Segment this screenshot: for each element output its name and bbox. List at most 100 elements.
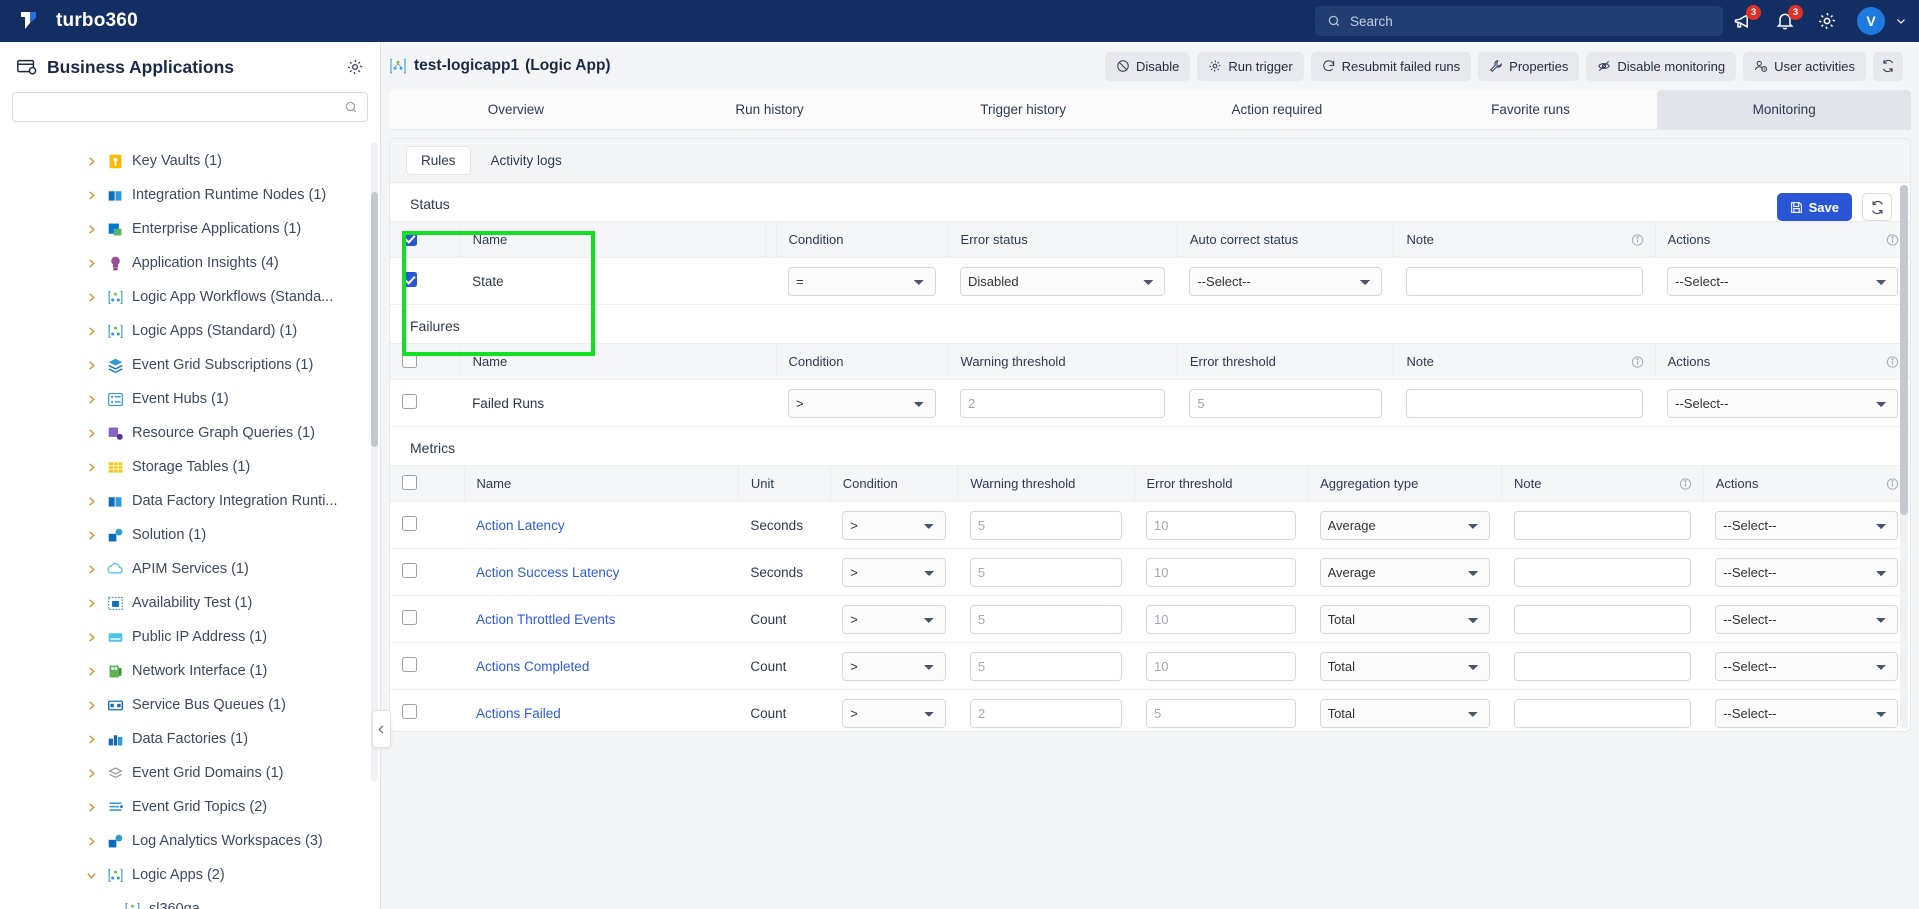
actions-select[interactable]: --Select--	[1667, 388, 1898, 418]
note-cell[interactable]	[1393, 379, 1656, 427]
select-all-checkbox[interactable]	[402, 352, 417, 368]
condition-select[interactable]: =	[788, 266, 937, 296]
tree-item[interactable]: Network Interface (1)	[0, 654, 381, 688]
note-input[interactable]	[1513, 557, 1692, 587]
tab-overview[interactable]: Overview	[389, 90, 643, 129]
note-input[interactable]	[1405, 266, 1644, 296]
announcements-button[interactable]: 3	[1731, 5, 1761, 33]
toolbar-button-user-activities[interactable]: User activities	[1743, 51, 1866, 81]
chevron-right-icon[interactable]	[86, 734, 97, 745]
aggregation-type-select[interactable]: Average	[1319, 557, 1490, 587]
warning-threshold-input[interactable]	[969, 604, 1122, 634]
chevron-right-icon[interactable]	[86, 496, 97, 507]
note-input[interactable]	[1513, 651, 1692, 681]
tree-item[interactable]: Log Analytics Workspaces (3)	[0, 824, 381, 858]
sidebar-collapse-button[interactable]	[372, 710, 391, 748]
warning-threshold-cell[interactable]	[957, 548, 1134, 596]
tree-item[interactable]: Public IP Address (1)	[0, 620, 381, 654]
warning-threshold-cell[interactable]	[957, 595, 1134, 643]
tab-run-history[interactable]: Run history	[643, 90, 897, 129]
row-select-cell[interactable]	[390, 379, 461, 427]
tree-item[interactable]: Integration Runtime Nodes (1)	[0, 178, 381, 212]
warning-threshold-input[interactable]	[969, 557, 1122, 587]
aggregation-type-cell[interactable]: Total	[1307, 595, 1502, 643]
aggregation-type-cell[interactable]: Total	[1307, 689, 1502, 731]
toolbar-button-disable[interactable]: Disable	[1104, 51, 1191, 81]
row-select-cell[interactable]	[390, 595, 465, 643]
chevron-right-icon[interactable]	[86, 598, 97, 609]
actions-cell[interactable]: --Select--	[1703, 689, 1910, 731]
chevron-right-icon[interactable]	[86, 768, 97, 779]
error-threshold-input[interactable]	[1189, 388, 1382, 418]
subtab-activity-logs[interactable]: Activity logs	[477, 147, 576, 174]
info-icon[interactable]	[1886, 233, 1899, 246]
info-icon[interactable]	[1886, 355, 1899, 368]
row-checkbox[interactable]	[402, 657, 417, 672]
warning-threshold-cell[interactable]	[957, 642, 1134, 690]
condition-cell[interactable]: >	[830, 548, 958, 596]
actions-cell[interactable]: --Select--	[1703, 595, 1910, 643]
note-input[interactable]	[1513, 510, 1692, 540]
condition-cell[interactable]: >	[830, 642, 958, 690]
condition-cell[interactable]: >	[776, 379, 949, 427]
row-checkbox[interactable]	[402, 272, 417, 287]
error-threshold-input[interactable]	[1146, 510, 1296, 540]
tree-item[interactable]: Event Grid Domains (1)	[0, 756, 381, 790]
warning-threshold-input[interactable]	[969, 651, 1122, 681]
chevron-right-icon[interactable]	[86, 530, 97, 541]
tab-monitoring[interactable]: Monitoring	[1657, 90, 1912, 129]
tab-action-required[interactable]: Action required	[1150, 90, 1404, 129]
error-threshold-cell[interactable]	[1134, 501, 1308, 549]
tree-item[interactable]: Data Factory Integration Runti...	[0, 484, 381, 518]
condition-cell[interactable]: >	[830, 501, 958, 549]
row-select-cell[interactable]	[390, 257, 461, 305]
aggregation-type-select[interactable]: Total	[1319, 604, 1490, 634]
avatar[interactable]: V	[1857, 7, 1885, 35]
actions-select[interactable]: --Select--	[1715, 698, 1898, 728]
actions-select[interactable]: --Select--	[1715, 651, 1898, 681]
actions-cell[interactable]: --Select--	[1703, 642, 1910, 690]
chevron-down-icon[interactable]	[1895, 15, 1907, 27]
failures-header-select-all[interactable]	[390, 343, 461, 380]
info-icon[interactable]	[1631, 355, 1644, 368]
actions-select[interactable]: --Select--	[1715, 604, 1898, 634]
tree-item[interactable]: Data Factories (1)	[0, 722, 381, 756]
note-input[interactable]	[1513, 604, 1692, 634]
tree-item[interactable]: Availability Test (1)	[0, 586, 381, 620]
condition-select[interactable]: >	[842, 698, 946, 728]
note-cell[interactable]	[1501, 501, 1704, 549]
chevron-down-icon[interactable]	[86, 870, 97, 881]
condition-select[interactable]: >	[842, 651, 946, 681]
actions-cell[interactable]: --Select--	[1655, 379, 1910, 427]
chevron-right-icon[interactable]	[86, 632, 97, 643]
error-status-cell[interactable]: Disabled	[948, 257, 1178, 305]
note-input[interactable]	[1405, 388, 1644, 418]
metric-name-link[interactable]: Action Success Latency	[476, 565, 619, 580]
chevron-right-icon[interactable]	[86, 462, 97, 473]
tree-item[interactable]: Logic Apps (Standard) (1)	[0, 314, 381, 348]
toolbar-button-disable-monitoring[interactable]: Disable monitoring	[1586, 51, 1737, 81]
tree-item[interactable]: Event Grid Topics (2)	[0, 790, 381, 824]
chevron-right-icon[interactable]	[86, 360, 97, 371]
warning-threshold-cell[interactable]	[957, 501, 1134, 549]
error-threshold-cell[interactable]	[1134, 689, 1308, 731]
notifications-button[interactable]: 3	[1773, 5, 1803, 33]
tree-item[interactable]: Logic App Workflows (Standa...	[0, 280, 381, 314]
error-threshold-cell[interactable]	[1177, 379, 1394, 427]
aggregation-type-cell[interactable]: Average	[1307, 501, 1502, 549]
search-input[interactable]	[1350, 13, 1711, 29]
info-icon[interactable]	[1679, 477, 1692, 490]
select-all-checkbox[interactable]	[402, 230, 417, 246]
chevron-right-icon[interactable]	[86, 258, 97, 269]
warning-threshold-input[interactable]	[960, 388, 1166, 418]
tree-item[interactable]: Enterprise Applications (1)	[0, 212, 381, 246]
condition-select[interactable]: >	[788, 388, 937, 418]
chevron-right-icon[interactable]	[86, 564, 97, 575]
tree-item[interactable]: Solution (1)	[0, 518, 381, 552]
chevron-right-icon[interactable]	[86, 224, 97, 235]
tree-item[interactable]: Key Vaults (1)	[0, 144, 381, 178]
row-checkbox[interactable]	[402, 563, 417, 578]
tree-item[interactable]: Event Hubs (1)	[0, 382, 381, 416]
aggregation-type-cell[interactable]: Total	[1307, 642, 1502, 690]
chevron-right-icon[interactable]	[86, 802, 97, 813]
